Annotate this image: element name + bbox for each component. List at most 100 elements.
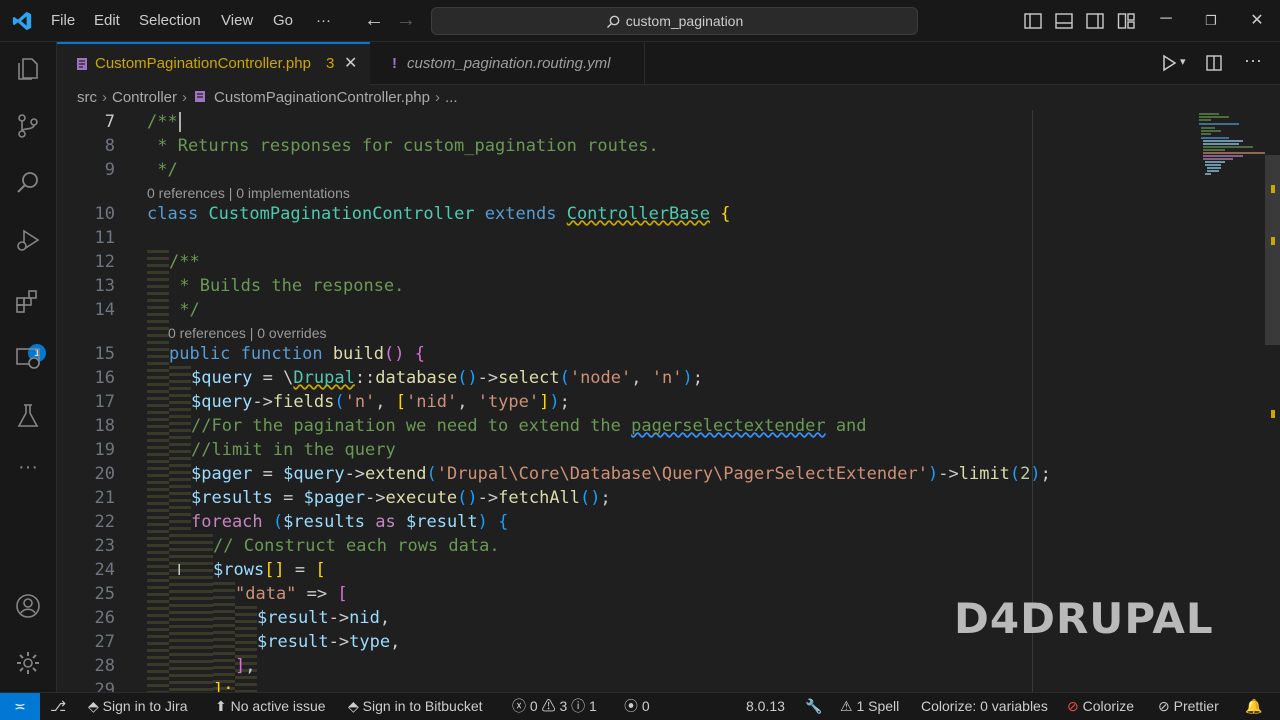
line-number: 26: [94, 608, 115, 628]
toggle-secondary-sidebar-icon[interactable]: [1085, 11, 1105, 31]
explorer-icon[interactable]: [14, 55, 42, 83]
search-label: custom_pagination: [625, 13, 744, 29]
command-center-search[interactable]: custom_pagination: [431, 7, 918, 35]
line-number: 11: [94, 228, 115, 248]
menu-file[interactable]: File: [51, 12, 75, 29]
prettier-status[interactable]: ⊘ Prettier: [1158, 693, 1219, 720]
close-tab-icon[interactable]: ✕: [344, 44, 357, 84]
code-line: * Returns responses for custom_paginatio…: [147, 136, 659, 156]
menu-more[interactable]: ···: [316, 12, 331, 29]
code-line: // Construct each rows data.: [213, 536, 500, 556]
branch-icon[interactable]: ⎇: [50, 693, 66, 720]
code-line: /**: [169, 252, 200, 272]
line-number: 13: [94, 276, 115, 296]
editor-scrollbar[interactable]: [1265, 155, 1280, 345]
extensions-icon[interactable]: [14, 288, 42, 316]
php-file-icon: [77, 58, 87, 70]
php-version[interactable]: 8.0.13: [746, 693, 785, 720]
indent-guide: [169, 366, 191, 692]
toggle-panel-icon[interactable]: [1054, 11, 1074, 31]
minimap[interactable]: [1193, 110, 1265, 190]
codelens-class[interactable]: 0 references | 0 implementations: [147, 185, 350, 201]
accounts-icon[interactable]: [14, 592, 42, 620]
settings-gear-icon[interactable]: [14, 649, 42, 677]
prettier-disabled-icon: ⊘: [1158, 698, 1170, 714]
menu-edit[interactable]: Edit: [94, 12, 120, 29]
remote-icon: ≍: [14, 698, 26, 714]
line-number: 7: [104, 112, 115, 132]
search-icon[interactable]: [14, 169, 42, 197]
close-window-button[interactable]: ✕: [1247, 10, 1267, 30]
code-line: /**: [147, 112, 181, 132]
code-line: */: [147, 160, 178, 180]
colorize-toggle[interactable]: ⊘ Colorize: [1067, 693, 1134, 720]
indent-guide: [235, 606, 257, 692]
tab-routing-yml[interactable]: ! custom_pagination.routing.yml: [370, 42, 645, 85]
editor-tabs: CustomPaginationController.php 3 ✕ ! cus…: [57, 42, 1280, 85]
line-number: 29: [94, 680, 115, 692]
problems-indicator[interactable]: ⓧ 0 ⚠ 3 ⓘ 1: [512, 693, 597, 720]
breadcrumb-controller[interactable]: Controller: [112, 89, 177, 106]
php-file-icon: [195, 91, 206, 102]
remote-explorer-icon[interactable]: [14, 344, 42, 372]
code-line: "data" => [: [235, 584, 348, 604]
run-debug-icon[interactable]: [14, 226, 42, 254]
tab-problems-count: 3: [326, 55, 335, 72]
broadcast-icon: ⦿: [624, 698, 638, 714]
menu-go[interactable]: Go: [273, 12, 293, 29]
notifications-bell-icon[interactable]: 🔔: [1245, 693, 1262, 720]
line-number: 8: [104, 136, 115, 156]
more-actions-icon[interactable]: ···: [1244, 50, 1262, 71]
line-number: 9: [104, 160, 115, 180]
testing-icon[interactable]: [14, 402, 42, 430]
menu-view[interactable]: View: [221, 12, 253, 29]
breadcrumb-src[interactable]: src: [77, 89, 97, 106]
ports-indicator[interactable]: ⦿ 0: [624, 693, 650, 720]
code-line: $query = \Drupal::database()->select('no…: [191, 368, 703, 388]
code-line: $rows[] = [: [213, 560, 326, 580]
code-editor[interactable]: 7 8 9 10 11 12 13 14 15 16 17 18 19 20 2…: [57, 110, 1280, 692]
error-icon: ⓧ: [512, 698, 526, 714]
tab-custom-pagination-controller[interactable]: CustomPaginationController.php 3 ✕: [57, 42, 370, 85]
remote-indicator-button[interactable]: ≍: [0, 693, 40, 720]
line-number: 22: [94, 512, 115, 532]
spell-indicator[interactable]: ⚠ 1 Spell: [840, 693, 899, 720]
bitbucket-icon: ⬘: [348, 698, 359, 714]
back-arrow-icon[interactable]: ←: [364, 9, 384, 32]
menu-selection[interactable]: Selection: [139, 12, 201, 29]
indent-guide: [213, 582, 235, 692]
jira-sign-in[interactable]: ⬘ Sign in to Jira: [88, 693, 188, 720]
code-line: $pager = $query->extend('Drupal\Core\Dat…: [191, 464, 1051, 484]
indent-guide: [147, 250, 169, 692]
restore-button[interactable]: ❐: [1201, 13, 1221, 29]
more-views-icon[interactable]: ···: [14, 456, 42, 484]
warning-icon: ⚠: [840, 698, 853, 714]
forward-arrow-icon[interactable]: →: [396, 9, 416, 32]
line-number: 27: [94, 632, 115, 652]
split-editor-icon[interactable]: [1205, 54, 1223, 72]
breadcrumb-more[interactable]: ...: [445, 89, 458, 106]
wrench-icon[interactable]: 🔧: [805, 693, 822, 720]
vscode-logo-icon: [12, 11, 32, 31]
line-number: 25: [94, 584, 115, 604]
toggle-primary-sidebar-icon[interactable]: [1023, 11, 1043, 31]
chevron-right-icon: ›: [102, 89, 107, 106]
bitbucket-sign-in[interactable]: ⬘ Sign in to Bitbucket: [348, 693, 483, 720]
code-line: ],: [235, 656, 256, 676]
breadcrumb-file[interactable]: CustomPaginationController.php: [214, 89, 430, 106]
line-number: 15: [94, 344, 115, 364]
customize-layout-icon[interactable]: [1116, 11, 1136, 31]
disabled-icon: ⊘: [1067, 698, 1079, 714]
line-number: 19: [94, 440, 115, 460]
no-active-issue[interactable]: ⬆ No active issue: [215, 693, 326, 720]
run-file-icon[interactable]: [1160, 54, 1178, 72]
line-number: 24: [94, 560, 115, 580]
chevron-down-icon[interactable]: ▾: [1180, 55, 1186, 68]
line-number: 12: [94, 252, 115, 272]
colorize-variables[interactable]: Colorize: 0 variables: [921, 693, 1048, 720]
source-control-icon[interactable]: [14, 112, 42, 140]
line-number: 18: [94, 416, 115, 436]
minimize-button[interactable]: ─: [1156, 10, 1176, 28]
codelens-method[interactable]: 0 references | 0 overrides: [168, 325, 327, 341]
code-line: */: [169, 300, 200, 320]
